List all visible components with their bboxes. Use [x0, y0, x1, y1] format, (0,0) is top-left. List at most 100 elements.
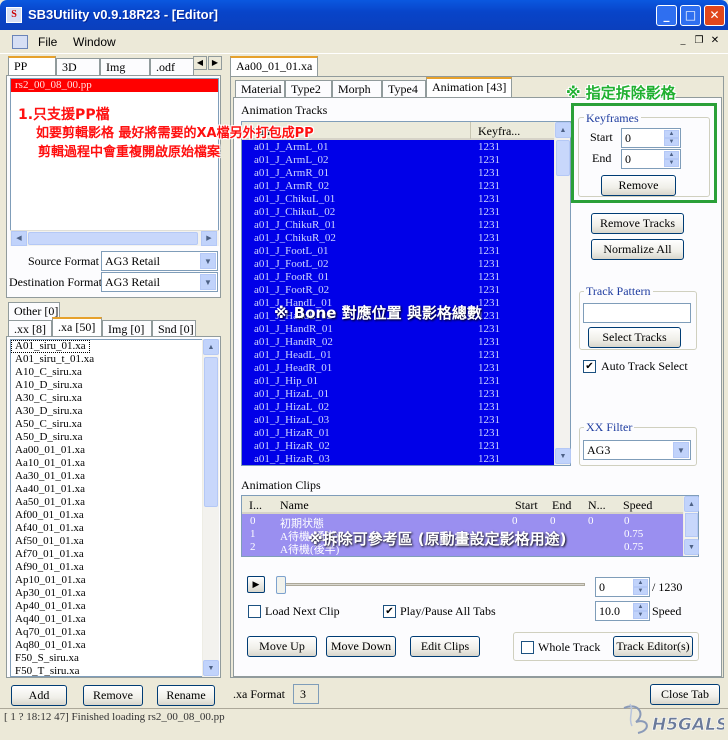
- track-row[interactable]: a01_J_FootL_02 1231: [254, 258, 554, 271]
- xa-file-item[interactable]: Aa10_01_01.xa: [11, 457, 202, 470]
- mdi-close-icon[interactable]: ✕: [708, 35, 722, 49]
- whole-track-checkbox[interactable]: [521, 641, 534, 654]
- tab-document[interactable]: Aa00_01_01.xa: [230, 56, 318, 76]
- spin-up-icon[interactable]: ▲: [664, 130, 679, 138]
- frame-slider-thumb[interactable]: [276, 576, 286, 594]
- track-row[interactable]: a01_J_HeadR_01 1231: [254, 362, 554, 375]
- tab-3d[interactable]: 3D: [56, 58, 100, 76]
- xa-file-item[interactable]: Af90_01_01.xa: [11, 561, 202, 574]
- xa-file-item[interactable]: Af00_01_01.xa: [11, 509, 202, 522]
- xa-file-item[interactable]: A30_D_siru.xa: [11, 405, 202, 418]
- track-row[interactable]: a01_J_ChikuL_02 1231: [254, 206, 554, 219]
- tab-animation[interactable]: Animation [43]: [426, 77, 512, 97]
- tab-odf[interactable]: .odf: [150, 58, 194, 76]
- spin-down-icon[interactable]: ▼: [664, 138, 679, 146]
- remove-tracks-button[interactable]: Remove Tracks: [591, 213, 684, 234]
- tab-xa[interactable]: .xa [50]: [52, 317, 102, 337]
- xa-file-item[interactable]: Aa30_01_01.xa: [11, 470, 202, 483]
- track-row[interactable]: a01_J_ChikuL_01 1231: [254, 193, 554, 206]
- spin-down-icon[interactable]: ▼: [633, 587, 648, 595]
- clips-header-end[interactable]: End: [552, 498, 571, 513]
- track-row[interactable]: a01_J_FootL_01 1231: [254, 245, 554, 258]
- clips-header-index[interactable]: I...: [249, 498, 262, 513]
- document-icon[interactable]: [12, 35, 28, 49]
- xa-file-item[interactable]: A10_C_siru.xa: [11, 366, 202, 379]
- load-next-clip-checkbox[interactable]: [248, 605, 261, 618]
- spin-up-icon[interactable]: ▲: [633, 579, 648, 587]
- xa-file-item[interactable]: A01_siru_t_01.xa: [11, 353, 202, 366]
- chevron-down-icon[interactable]: ▼: [200, 274, 216, 290]
- pp-list-hscrollbar[interactable]: ◀ ▶: [10, 230, 219, 246]
- track-row[interactable]: a01_J_HandR_01 1231: [254, 323, 554, 336]
- spin-down-icon[interactable]: ▼: [664, 159, 679, 167]
- track-row[interactable]: a01_J_ChikuR_01 1231: [254, 219, 554, 232]
- xa-file-item[interactable]: F50_T_siru.xa: [11, 665, 202, 676]
- track-row[interactable]: a01_J_HizaL_03 1231: [254, 414, 554, 427]
- mdi-restore-icon[interactable]: ❐: [692, 35, 706, 49]
- xa-file-item[interactable]: Aq80_01_01.xa: [11, 639, 202, 652]
- clips-header-start[interactable]: Start: [515, 498, 538, 513]
- track-row[interactable]: a01_J_ChikuR_02 1231: [254, 232, 554, 245]
- scroll-thumb[interactable]: [204, 357, 218, 507]
- minimize-button[interactable]: _: [656, 5, 677, 26]
- scroll-thumb[interactable]: [28, 232, 198, 245]
- xx-filter-select[interactable]: AG3 ▼: [583, 440, 691, 460]
- spin-up-icon[interactable]: ▲: [664, 151, 679, 159]
- track-editor-button[interactable]: Track Editor(s): [613, 636, 693, 657]
- tab-type2[interactable]: Type2: [285, 80, 332, 98]
- xa-file-item[interactable]: Aq70_01_01.xa: [11, 626, 202, 639]
- track-row[interactable]: a01_J_HeadL_01 1231: [254, 349, 554, 362]
- xa-file-item[interactable]: Aq40_01_01.xa: [11, 613, 202, 626]
- clips-header-speed[interactable]: Speed: [623, 498, 652, 513]
- tab-morph[interactable]: Morph: [332, 80, 382, 98]
- track-row[interactable]: a01_J_ArmL_02 1231: [254, 154, 554, 167]
- scroll-up-icon[interactable]: ▲: [684, 496, 699, 512]
- xa-file-item[interactable]: Ap40_01_01.xa: [11, 600, 202, 613]
- pp-file-item[interactable]: rs2_00_08_00.pp: [11, 79, 218, 92]
- scroll-down-icon[interactable]: ▼: [555, 448, 571, 464]
- clips-header-name[interactable]: Name: [280, 498, 309, 513]
- chevron-down-icon[interactable]: ▼: [200, 253, 216, 269]
- xa-file-item[interactable]: F50_S_siru.xa: [11, 652, 202, 665]
- track-row[interactable]: a01_J_FootR_01 1231: [254, 271, 554, 284]
- maximize-button[interactable]: □: [680, 5, 701, 26]
- track-row[interactable]: a01_J_HizaR_02 1231: [254, 440, 554, 453]
- remove-file-button[interactable]: Remove: [83, 685, 143, 706]
- edit-clips-button[interactable]: Edit Clips: [410, 636, 480, 657]
- rename-button[interactable]: Rename: [157, 685, 215, 706]
- clips-header-n[interactable]: N...: [588, 498, 606, 513]
- speed-spinner[interactable]: 10.0 ▲ ▼: [595, 601, 650, 621]
- auto-track-select-checkbox[interactable]: ✔: [583, 360, 596, 373]
- xa-file-item[interactable]: Af70_01_01.xa: [11, 548, 202, 561]
- track-row[interactable]: a01_J_FootR_02 1231: [254, 284, 554, 297]
- move-down-button[interactable]: Move Down: [326, 636, 396, 657]
- xa-file-item[interactable]: A30_C_siru.xa: [11, 392, 202, 405]
- track-row[interactable]: a01_J_ArmR_01 1231: [254, 167, 554, 180]
- chevron-down-icon[interactable]: ▼: [673, 442, 689, 458]
- xa-file-list[interactable]: A01_siru_01.xa A01_siru_t_01.xa A10_C_siru…: [10, 339, 203, 677]
- normalize-all-button[interactable]: Normalize All: [591, 239, 684, 260]
- xa-file-item[interactable]: A01_siru_01.xa: [11, 340, 90, 353]
- xa-file-item[interactable]: Aa00_01_01.xa: [11, 444, 202, 457]
- scroll-up-icon[interactable]: ▲: [203, 339, 219, 355]
- track-row[interactable]: a01_J_Hip_01 1231: [254, 375, 554, 388]
- frame-slider-track[interactable]: [280, 583, 585, 586]
- play-pause-all-checkbox[interactable]: ✔: [383, 605, 396, 618]
- track-row[interactable]: a01_J_HizaR_01 1231: [254, 427, 554, 440]
- mdi-minimize-icon[interactable]: _: [676, 35, 690, 49]
- xa-list-vscrollbar[interactable]: ▲ ▼: [202, 339, 219, 677]
- xa-file-item[interactable]: Ap10_01_01.xa: [11, 574, 202, 587]
- start-spinner[interactable]: 0 ▲ ▼: [621, 128, 681, 148]
- track-row[interactable]: a01_J_HizaL_01 1231: [254, 388, 554, 401]
- move-up-button[interactable]: Move Up: [247, 636, 317, 657]
- scroll-left-icon[interactable]: ◀: [11, 231, 27, 246]
- add-button[interactable]: Add: [11, 685, 67, 706]
- xa-file-item[interactable]: Aa40_01_01.xa: [11, 483, 202, 496]
- end-spinner[interactable]: 0 ▲ ▼: [621, 149, 681, 169]
- xa-file-item[interactable]: Ap30_01_01.xa: [11, 587, 202, 600]
- xa-file-item[interactable]: Aa50_01_01.xa: [11, 496, 202, 509]
- track-row[interactable]: a01_J_ArmR_02 1231: [254, 180, 554, 193]
- tracks-vscrollbar[interactable]: ▲ ▼: [554, 122, 571, 465]
- select-tracks-button[interactable]: Select Tracks: [588, 327, 681, 348]
- tab-img[interactable]: Img: [100, 58, 150, 76]
